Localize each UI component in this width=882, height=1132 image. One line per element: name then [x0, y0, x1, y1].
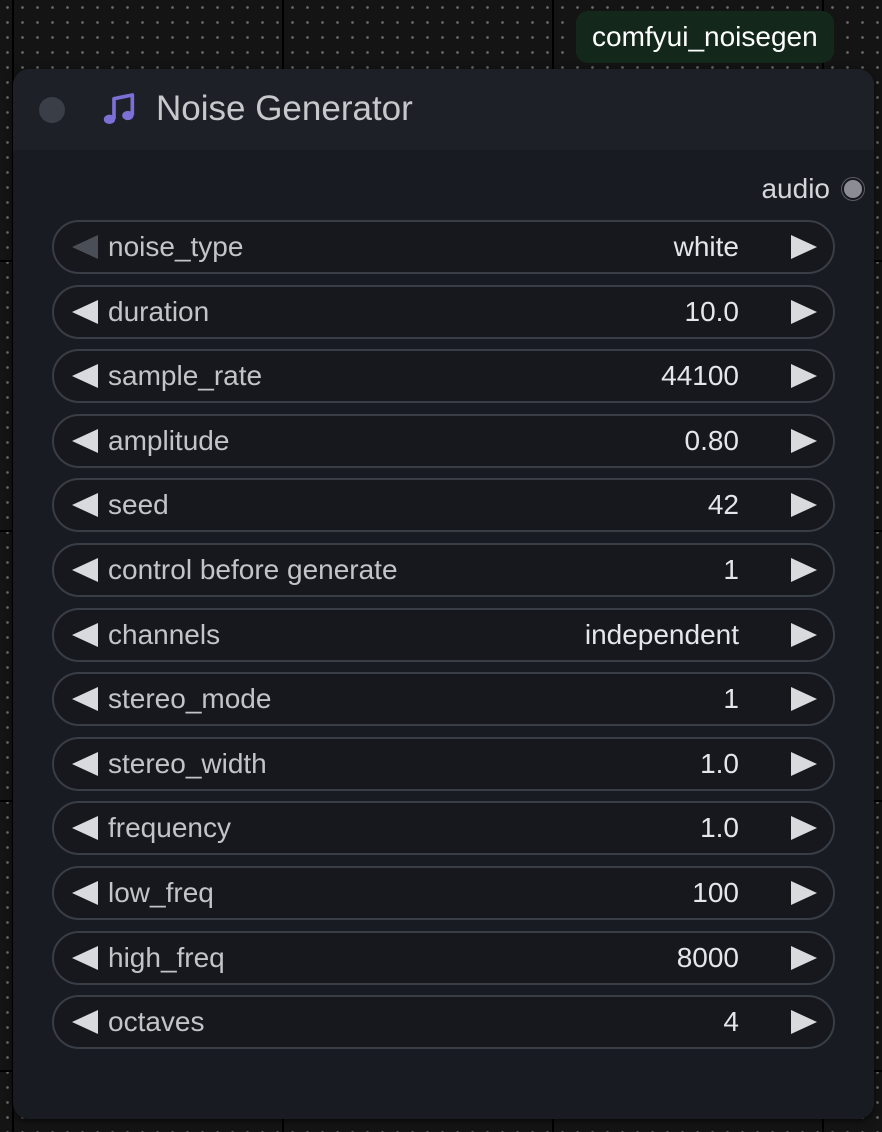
- widget-channels[interactable]: channels independent: [52, 607, 835, 662]
- widget-label: channels: [108, 618, 221, 650]
- widget-noise-type[interactable]: noise_type white: [52, 220, 835, 274]
- widget-value[interactable]: independent: [585, 610, 739, 660]
- widget-octaves[interactable]: octaves 4: [52, 995, 835, 1050]
- increment-arrow-icon[interactable]: [779, 222, 829, 272]
- increment-arrow-icon[interactable]: [779, 480, 829, 530]
- widget-value[interactable]: 100: [692, 868, 739, 918]
- decrement-arrow-icon[interactable]: [60, 868, 110, 918]
- widget-label: frequency: [108, 812, 231, 844]
- widget-label: high_freq: [108, 941, 225, 973]
- node-title: Noise Generator: [156, 89, 413, 128]
- widget-amplitude[interactable]: amplitude 0.80: [52, 413, 835, 468]
- widget-value[interactable]: white: [674, 222, 739, 272]
- widget-low-freq[interactable]: low_freq 100: [52, 865, 835, 920]
- widget-value[interactable]: 10.0: [685, 287, 740, 337]
- increment-arrow-icon[interactable]: [779, 674, 829, 724]
- widget-label: control before generate: [108, 553, 398, 585]
- widget-value[interactable]: 1: [723, 674, 739, 724]
- widget-value[interactable]: 1: [723, 545, 739, 595]
- widget-value[interactable]: 0.80: [685, 416, 740, 466]
- widget-stereo-mode[interactable]: stereo_mode 1: [52, 672, 835, 727]
- decrement-arrow-icon[interactable]: [60, 674, 110, 724]
- increment-arrow-icon[interactable]: [779, 351, 829, 401]
- increment-arrow-icon[interactable]: [779, 545, 829, 595]
- decrement-arrow-icon[interactable]: [60, 933, 110, 983]
- widget-label: stereo_mode: [108, 683, 272, 715]
- decrement-arrow-icon[interactable]: [60, 739, 110, 789]
- widget-label: sample_rate: [108, 360, 263, 392]
- output-port-dot[interactable]: [842, 178, 864, 200]
- widget-sample-rate[interactable]: sample_rate 44100: [52, 349, 835, 404]
- noise-generator-node[interactable]: Noise Generator audio noise_type white dur…: [13, 69, 874, 1119]
- decrement-arrow-icon[interactable]: [60, 222, 110, 272]
- node-source-badge: comfyui_noisegen: [576, 11, 834, 63]
- decrement-arrow-icon[interactable]: [60, 351, 110, 401]
- decrement-arrow-icon[interactable]: [60, 287, 110, 337]
- widget-value[interactable]: 1.0: [700, 739, 739, 789]
- widget-control-before-generate[interactable]: control before generate 1: [52, 542, 835, 597]
- output-label: audio: [761, 173, 830, 204]
- increment-arrow-icon[interactable]: [779, 997, 829, 1047]
- widget-value[interactable]: 1.0: [700, 803, 739, 853]
- increment-arrow-icon[interactable]: [779, 933, 829, 983]
- widget-value[interactable]: 42: [708, 480, 739, 530]
- widget-value[interactable]: 44100: [661, 351, 739, 401]
- widget-label: low_freq: [108, 876, 214, 908]
- widget-frequency[interactable]: frequency 1.0: [52, 801, 835, 856]
- decrement-arrow-icon[interactable]: [60, 416, 110, 466]
- widget-duration[interactable]: duration 10.0: [52, 284, 835, 339]
- decrement-arrow-icon[interactable]: [60, 480, 110, 530]
- widget-label: octaves: [108, 1006, 205, 1038]
- increment-arrow-icon[interactable]: [779, 416, 829, 466]
- increment-arrow-icon[interactable]: [779, 739, 829, 789]
- decrement-arrow-icon[interactable]: [60, 997, 110, 1047]
- music-note-icon: [103, 93, 135, 124]
- widget-label: amplitude: [108, 424, 230, 456]
- widget-list: noise_type white duration 10.0 sample_rate 44…: [52, 220, 835, 1060]
- widget-stereo-width[interactable]: stereo_width 1.0: [52, 736, 835, 791]
- decrement-arrow-icon[interactable]: [60, 545, 110, 595]
- widget-seed[interactable]: seed 42: [52, 478, 835, 533]
- widget-high-freq[interactable]: high_freq 8000: [52, 930, 835, 985]
- widget-label: seed: [108, 489, 169, 521]
- increment-arrow-icon[interactable]: [779, 610, 829, 660]
- decrement-arrow-icon[interactable]: [60, 803, 110, 853]
- widget-label: stereo_width: [108, 747, 267, 779]
- widget-label: noise_type: [108, 231, 244, 262]
- increment-arrow-icon[interactable]: [779, 868, 829, 918]
- increment-arrow-icon[interactable]: [779, 287, 829, 337]
- output-audio: audio: [761, 171, 864, 207]
- decrement-arrow-icon[interactable]: [60, 610, 110, 660]
- increment-arrow-icon[interactable]: [779, 803, 829, 853]
- widget-value[interactable]: 4: [723, 997, 739, 1047]
- collapse-toggle[interactable]: [39, 97, 65, 123]
- node-header[interactable]: Noise Generator: [13, 69, 874, 150]
- widget-label: duration: [108, 295, 210, 327]
- widget-value[interactable]: 8000: [677, 933, 739, 983]
